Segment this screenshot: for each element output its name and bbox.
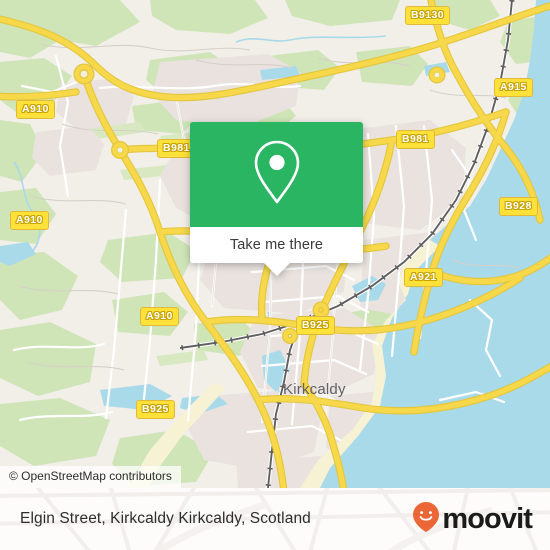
popup-pointer	[263, 263, 290, 276]
road-shield-a921[interactable]: A921	[404, 268, 443, 287]
road-shield-a910-west[interactable]: A910	[10, 211, 49, 230]
popup-cta-label: Take me there	[229, 237, 324, 253]
moovit-wordmark: moovit	[442, 502, 533, 535]
road-shield-b928[interactable]: B928	[499, 197, 538, 216]
road-shield-b925-east[interactable]: B925	[296, 316, 335, 335]
road-shield-a910-north[interactable]: A910	[16, 100, 55, 119]
footer-content: Elgin Street, Kirkcaldy Kirkcaldy, Scotl…	[0, 488, 550, 550]
map-pin-icon	[250, 138, 304, 211]
road-shield-b981-east[interactable]: B981	[396, 130, 435, 149]
moovit-logo[interactable]: moovit	[412, 501, 533, 538]
location-address: Elgin Street, Kirkcaldy Kirkcaldy, Scotl…	[20, 510, 311, 527]
road-shield-b925-west[interactable]: B925	[136, 400, 175, 419]
road-shield-a910-south[interactable]: A910	[140, 307, 179, 326]
popup-pin-area	[190, 122, 363, 227]
take-me-there-popup[interactable]: Take me there	[190, 122, 363, 276]
road-shield-a915[interactable]: A915	[494, 78, 533, 97]
map-canvas[interactable]: B9130 A915 B981 B981 A910 A910 B928 A921…	[0, 0, 550, 488]
place-label-kirkcaldy: Kirkcaldy	[283, 381, 346, 398]
moovit-pin-icon	[412, 501, 440, 538]
road-shield-b9130[interactable]: B9130	[405, 6, 450, 25]
moovit-map-share-card: B9130 A915 B981 B981 A910 A910 B928 A921…	[0, 0, 550, 550]
popup-cta[interactable]: Take me there	[190, 227, 363, 263]
osm-attribution[interactable]: © OpenStreetMap contributors	[0, 466, 181, 488]
footer-bar: Elgin Street, Kirkcaldy Kirkcaldy, Scotl…	[0, 488, 550, 550]
